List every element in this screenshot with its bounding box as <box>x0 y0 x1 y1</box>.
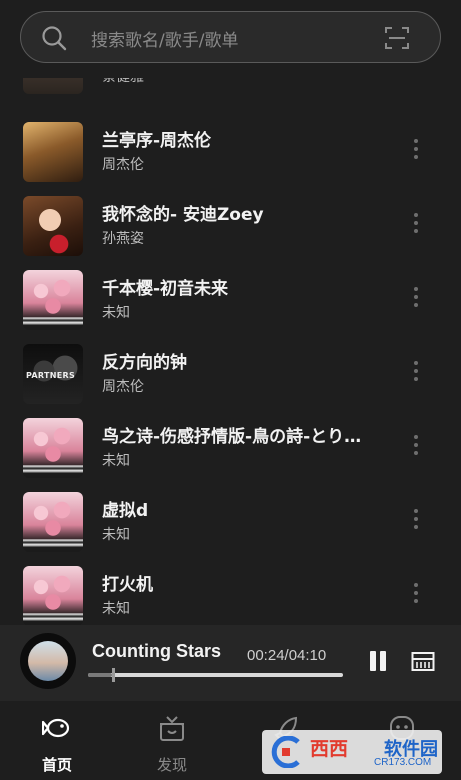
progress-fill <box>88 673 112 677</box>
song-cover: PARTNERS <box>23 344 83 404</box>
search-input[interactable]: 搜索歌名/歌手/歌单 <box>91 26 238 51</box>
tab-discover[interactable]: 发现 <box>142 709 202 775</box>
more-icon[interactable] <box>404 580 428 610</box>
playlist-icon[interactable] <box>411 651 435 673</box>
song-list[interactable]: 蔡健雅 兰亭序-周杰伦 周杰伦 我怀念的- 安迪Zoey 孙燕姿 千本樱-初音未… <box>0 78 461 625</box>
song-cover <box>23 418 83 478</box>
song-cover <box>23 196 83 256</box>
song-cover <box>23 566 83 625</box>
song-artist: 蔡健雅 <box>102 78 144 86</box>
tab-home[interactable]: 首页 <box>27 709 87 775</box>
mini-player[interactable]: Counting Stars 00:24/04:10 <box>0 625 461 701</box>
watermark: 西西 软件园 CR173.COM <box>262 730 442 774</box>
more-icon[interactable] <box>404 136 428 166</box>
song-title: 我怀念的- 安迪Zoey <box>102 205 264 225</box>
playback-time: 00:24/04:10 <box>247 647 327 664</box>
tab-label: 发现 <box>156 756 187 774</box>
more-icon[interactable] <box>404 358 428 388</box>
song-row[interactable]: 打火机 未知 <box>0 566 461 625</box>
now-playing-title: Counting Stars <box>92 641 221 661</box>
song-cover <box>23 122 83 182</box>
song-title: 兰亭序-周杰伦 <box>102 131 212 151</box>
song-artist: 周杰伦 <box>102 379 144 395</box>
song-artist: 未知 <box>102 453 130 469</box>
more-icon[interactable] <box>404 506 428 536</box>
song-row[interactable]: 兰亭序-周杰伦 周杰伦 <box>0 122 461 196</box>
song-title: 打火机 <box>102 575 153 595</box>
more-icon[interactable] <box>404 284 428 314</box>
song-cover <box>23 270 83 330</box>
song-title: 反方向的钟 <box>102 353 187 373</box>
song-cover <box>23 492 83 552</box>
top-bar: 搜索歌名/歌手/歌单 <box>0 0 461 78</box>
song-title: 虚拟d <box>102 501 149 521</box>
song-artist: 未知 <box>102 527 130 543</box>
song-title: 鸟之诗-伤感抒情版-鳥の詩-とりのうた <box>102 427 377 447</box>
song-artist: 未知 <box>102 601 130 617</box>
song-artist: 周杰伦 <box>102 157 144 173</box>
gift-box-icon <box>160 716 184 741</box>
watermark-logo-icon <box>271 736 300 768</box>
song-row[interactable]: 我怀念的- 安迪Zoey 孙燕姿 <box>0 196 461 270</box>
progress-bar[interactable] <box>88 668 343 682</box>
fish-icon <box>42 718 70 738</box>
more-icon[interactable] <box>404 432 428 462</box>
search-icon <box>42 26 67 51</box>
song-row[interactable]: 蔡健雅 <box>0 78 461 108</box>
song-title: 千本樱-初音未来 <box>102 279 229 299</box>
song-row[interactable]: PARTNERS 反方向的钟 周杰伦 <box>0 344 461 418</box>
progress-thumb[interactable] <box>112 668 115 682</box>
album-disc[interactable] <box>20 633 76 689</box>
album-art <box>28 641 68 681</box>
song-row[interactable]: 千本樱-初音未来 未知 <box>0 270 461 344</box>
song-row[interactable]: 虚拟d 未知 <box>0 492 461 566</box>
watermark-brand: 西西 <box>310 738 349 760</box>
song-artist: 未知 <box>102 305 130 321</box>
more-icon[interactable] <box>404 210 428 240</box>
watermark-url: CR173.COM <box>374 757 432 768</box>
tab-label: 首页 <box>41 756 72 774</box>
cover-text: PARTNERS <box>26 371 76 380</box>
scan-icon[interactable] <box>384 25 410 51</box>
song-artist: 孙燕姿 <box>102 231 144 247</box>
search-bar[interactable]: 搜索歌名/歌手/歌单 <box>20 11 441 63</box>
song-row[interactable]: 鸟之诗-伤感抒情版-鳥の詩-とりのうた 未知 <box>0 418 461 492</box>
song-cover <box>23 78 83 94</box>
pause-icon[interactable] <box>366 651 390 675</box>
